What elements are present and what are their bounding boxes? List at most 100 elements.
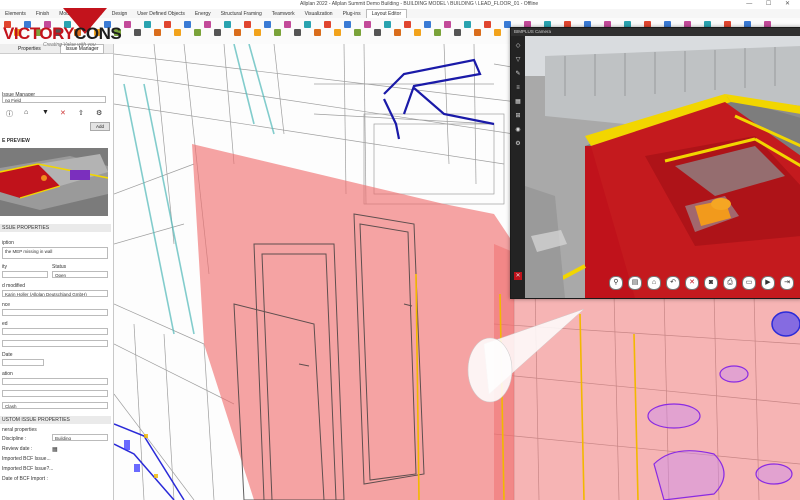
menu-item-structural-framing[interactable]: Structural Framing [216,10,267,18]
camera-icon[interactable]: ◙ [704,276,718,290]
field-g-input[interactable]: Clash [2,402,108,409]
ribbon-tool-icon[interactable] [414,29,421,36]
cube-icon[interactable]: ◇ [514,42,522,50]
ribbon-tool-icon[interactable] [374,29,381,36]
ribbon-tool-icon[interactable] [434,29,441,36]
video-icon[interactable]: ▶ [761,276,775,290]
ribbon-tool-icon[interactable] [194,29,201,36]
ribbon-tool-icon[interactable] [364,21,371,28]
ribbon-tool-icon[interactable] [234,29,241,36]
ribbon-tool-icon[interactable] [184,21,191,28]
menu-item-user-defined-objects[interactable]: User Defined Objects [132,10,190,18]
field-e-select[interactable] [2,378,108,385]
eye-icon[interactable]: ◉ [514,126,522,134]
ribbon-tool-icon[interactable] [394,29,401,36]
ribbon-tool-icon[interactable] [404,21,411,28]
ribbon-tool-icon[interactable] [174,29,181,36]
date-input[interactable] [2,359,44,366]
type-label: ity [2,264,7,270]
field-c-input[interactable] [2,328,108,335]
clash-marker-icon[interactable]: ✕ [514,272,522,280]
menu-item-layout-editor[interactable]: Layout Editor [365,9,408,18]
ribbon-tool-icon[interactable] [274,29,281,36]
tag-icon[interactable]: ⌂ [647,276,661,290]
ribbon-tool-icon[interactable] [474,29,481,36]
discipline-select[interactable]: Building [52,434,108,441]
filter-input[interactable]: ng Field [2,96,106,103]
ribbon-tool-icon[interactable] [154,29,161,36]
menu-item-plug-ins[interactable]: Plug-ins [338,10,366,18]
screen-icon[interactable]: ▭ [742,276,756,290]
preview-heading: E PREVIEW [2,138,30,144]
assigned-select[interactable]: Karin Holler (Allplan Deutschland GmbH) [2,290,108,297]
ribbon-tool-icon[interactable] [144,21,151,28]
status-select[interactable]: Open [52,271,108,278]
menu-item-elements[interactable]: Elements [0,10,31,18]
ribbon-tool-icon[interactable] [294,29,301,36]
tag-icon[interactable]: ⌂ [24,109,28,116]
review-date-label: Review date : [2,446,33,452]
ribbon-tool-icon[interactable] [304,21,311,28]
menu-item-design[interactable]: Design [107,10,133,18]
menu-item-visualization[interactable]: Visualization [300,10,338,18]
panel-tool-row: ⓘ ⌂ ▼ ✕ ⇧ ⚙ [2,108,110,118]
logo-tagline: Creating Value with you [43,42,96,48]
add-button[interactable]: Add [90,122,110,131]
ribbon-tool-icon[interactable] [224,21,231,28]
layers-icon[interactable]: ≡ [514,84,522,92]
close-icon[interactable]: ✕ [685,276,699,290]
ribbon-tool-icon[interactable] [354,29,361,36]
description-label: iption [2,240,14,246]
ribbon-tool-icon[interactable] [164,21,171,28]
funnel-icon[interactable]: ▽ [514,56,522,64]
ribbon-tool-icon[interactable] [454,29,461,36]
ribbon-tool-icon[interactable] [484,21,491,28]
filter-icon[interactable]: ▼ [42,109,49,116]
ribbon-tool-icon[interactable] [324,21,331,28]
general-properties-label: neral properties [2,427,37,433]
calendar-icon[interactable]: ▦ [52,446,58,453]
undo-icon[interactable]: ↶ [666,276,680,290]
ribbon-tool-icon[interactable] [494,29,501,36]
clipboard-icon[interactable]: ▤ [628,276,642,290]
delete-icon[interactable]: ✕ [60,109,66,117]
window-controls[interactable]: — ☐ ✕ [746,0,796,7]
ribbon-tool-icon[interactable] [214,29,221,36]
camera-view-window[interactable]: BIMPLUS Camera ◇ ▽ ✎ ≡ ▦ ⊞ ◉ ⚙ ✕ ⚲ ▤ ⌂ ↶… [510,27,800,299]
field-e-label: ation [2,371,13,377]
section-icon[interactable]: ⊞ [514,112,522,120]
ribbon-tool-icon[interactable] [444,21,451,28]
ribbon-tool-icon[interactable] [384,21,391,28]
ribbon-tool-icon[interactable] [424,21,431,28]
field-f-input[interactable] [2,390,108,397]
camera-3d-scene[interactable] [525,36,800,298]
menu-item-energy[interactable]: Energy [190,10,216,18]
ribbon-tool-icon[interactable] [314,29,321,36]
ribbon-tool-icon[interactable] [334,29,341,36]
discipline-label: Discipline : [2,436,27,442]
menu-item-finish[interactable]: Finish [31,10,54,18]
menu-item-teamwork[interactable]: Teamwork [267,10,300,18]
gear-icon[interactable]: ⚙ [514,140,522,148]
ribbon-tool-icon[interactable] [344,21,351,28]
ribbon-tool-icon[interactable] [284,21,291,28]
export-icon[interactable]: ⇧ [78,109,84,117]
print-icon[interactable]: ⎙ [723,276,737,290]
ribbon-tool-icon[interactable] [204,21,211,28]
field-d-input[interactable] [2,340,108,347]
ribbon-tool-icon[interactable] [464,21,471,28]
assigned-label: d modified [2,283,26,289]
pin-icon[interactable]: ⚲ [609,276,623,290]
ribbon-tool-icon[interactable] [254,29,261,36]
ribbon-tool-icon[interactable] [244,21,251,28]
field-b-input[interactable] [2,309,108,316]
type-select[interactable] [2,271,48,278]
exit-icon[interactable]: ⇥ [780,276,794,290]
grid-icon[interactable]: ▦ [514,98,522,106]
info-icon[interactable]: ⓘ [6,109,13,119]
ribbon-tool-icon[interactable] [264,21,271,28]
description-field[interactable]: the MEP missing in wall [2,247,108,259]
settings-icon[interactable]: ⚙ [96,109,102,117]
pen-icon[interactable]: ✎ [514,70,522,78]
window-title: Allplan 2022 - Allplan Summit Demo Build… [300,1,539,7]
